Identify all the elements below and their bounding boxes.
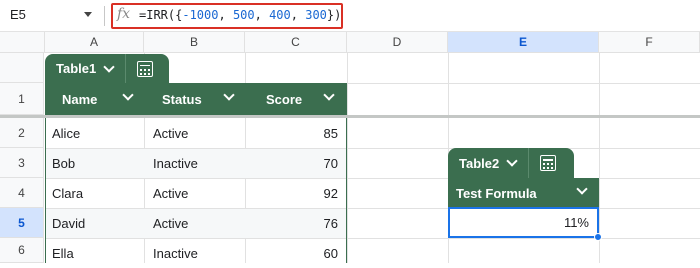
column-header-c[interactable]: C — [245, 32, 347, 53]
grid-line — [347, 53, 348, 263]
select-all-corner[interactable] — [0, 32, 45, 53]
grid-line — [599, 53, 600, 263]
header-label: Name — [62, 91, 98, 107]
formula-arg: -1000 — [182, 8, 219, 22]
formula-prefix: =IRR({ — [139, 8, 183, 22]
header-label: Test Formula — [456, 185, 537, 201]
name-box-value: E5 — [10, 7, 26, 22]
column-header-f[interactable]: F — [599, 32, 700, 53]
cell-name[interactable]: Clara — [52, 178, 83, 208]
row-header-6[interactable]: 6 — [0, 238, 44, 263]
table2-name: Table2 — [459, 155, 500, 171]
table2-tab[interactable]: Table2 — [448, 148, 574, 178]
column-header-e[interactable]: E — [448, 32, 599, 53]
formula-arg: 300 — [305, 8, 327, 22]
table1-header-score[interactable]: Score — [245, 83, 347, 115]
row-header-2[interactable]: 2 — [0, 118, 44, 148]
calculator-icon[interactable] — [540, 155, 557, 171]
cell-name[interactable]: Ella — [52, 238, 74, 268]
cell-status[interactable]: Inactive — [153, 238, 198, 268]
cell-status[interactable]: Active — [153, 178, 188, 208]
chevron-down-icon[interactable] — [223, 89, 235, 101]
table1-header-status[interactable]: Status — [144, 83, 245, 115]
fill-handle[interactable] — [594, 233, 602, 241]
row-header-5[interactable]: 5 — [0, 208, 44, 238]
cell-score[interactable]: 92 — [245, 178, 338, 208]
header-label: Status — [162, 91, 202, 107]
formula-arg: 500 — [232, 8, 255, 22]
calculator-icon[interactable] — [137, 60, 154, 77]
chevron-down-icon[interactable] — [506, 155, 518, 167]
column-header-b[interactable]: B — [144, 32, 245, 53]
chevron-down-icon[interactable] — [122, 89, 134, 101]
formula-suffix: }) — [326, 8, 342, 22]
table1-tab[interactable]: Table1 — [45, 54, 169, 83]
cell-status[interactable]: Inactive — [153, 148, 198, 178]
chevron-down-icon[interactable] — [84, 12, 92, 17]
row-header-4[interactable]: 4 — [0, 178, 44, 208]
table1-name: Table1 — [56, 61, 97, 76]
column-header-d[interactable]: D — [347, 32, 448, 53]
cell-name[interactable]: David — [52, 208, 85, 238]
cell-score[interactable]: 60 — [245, 238, 338, 268]
column-header-a[interactable]: A — [45, 32, 144, 53]
chevron-down-icon[interactable] — [323, 89, 335, 101]
header-label: Score — [266, 91, 303, 107]
cell-value: 11% — [563, 215, 589, 230]
row-header-3[interactable]: 3 — [0, 148, 44, 178]
cell-status[interactable]: Active — [153, 118, 188, 148]
chip-divider — [528, 148, 530, 178]
formula-arg: 400 — [269, 8, 291, 22]
formula-bar-divider — [104, 6, 105, 26]
cell-score[interactable]: 85 — [245, 118, 338, 148]
cell-name[interactable]: Bob — [52, 148, 75, 178]
formula-text: =IRR({-1000, 500, 400, 300}) — [139, 8, 342, 22]
cell-status[interactable]: Active — [153, 208, 188, 238]
fx-icon: fx — [117, 6, 131, 22]
table2-header-test-formula[interactable]: Test Formula — [448, 178, 599, 208]
row-header-1[interactable]: 1 — [0, 83, 44, 115]
chip-divider — [125, 54, 127, 83]
chevron-down-icon[interactable] — [576, 183, 588, 195]
selected-cell-e5[interactable]: 11% — [448, 207, 599, 238]
cell-score[interactable]: 76 — [245, 208, 338, 238]
cell-score[interactable]: 70 — [245, 148, 338, 178]
cell-name[interactable]: Alice — [52, 118, 80, 148]
chevron-down-icon[interactable] — [103, 60, 115, 73]
formula-bar — [0, 0, 700, 32]
table1-header-name[interactable]: Name — [45, 83, 144, 115]
row-header-spacer — [0, 53, 44, 83]
